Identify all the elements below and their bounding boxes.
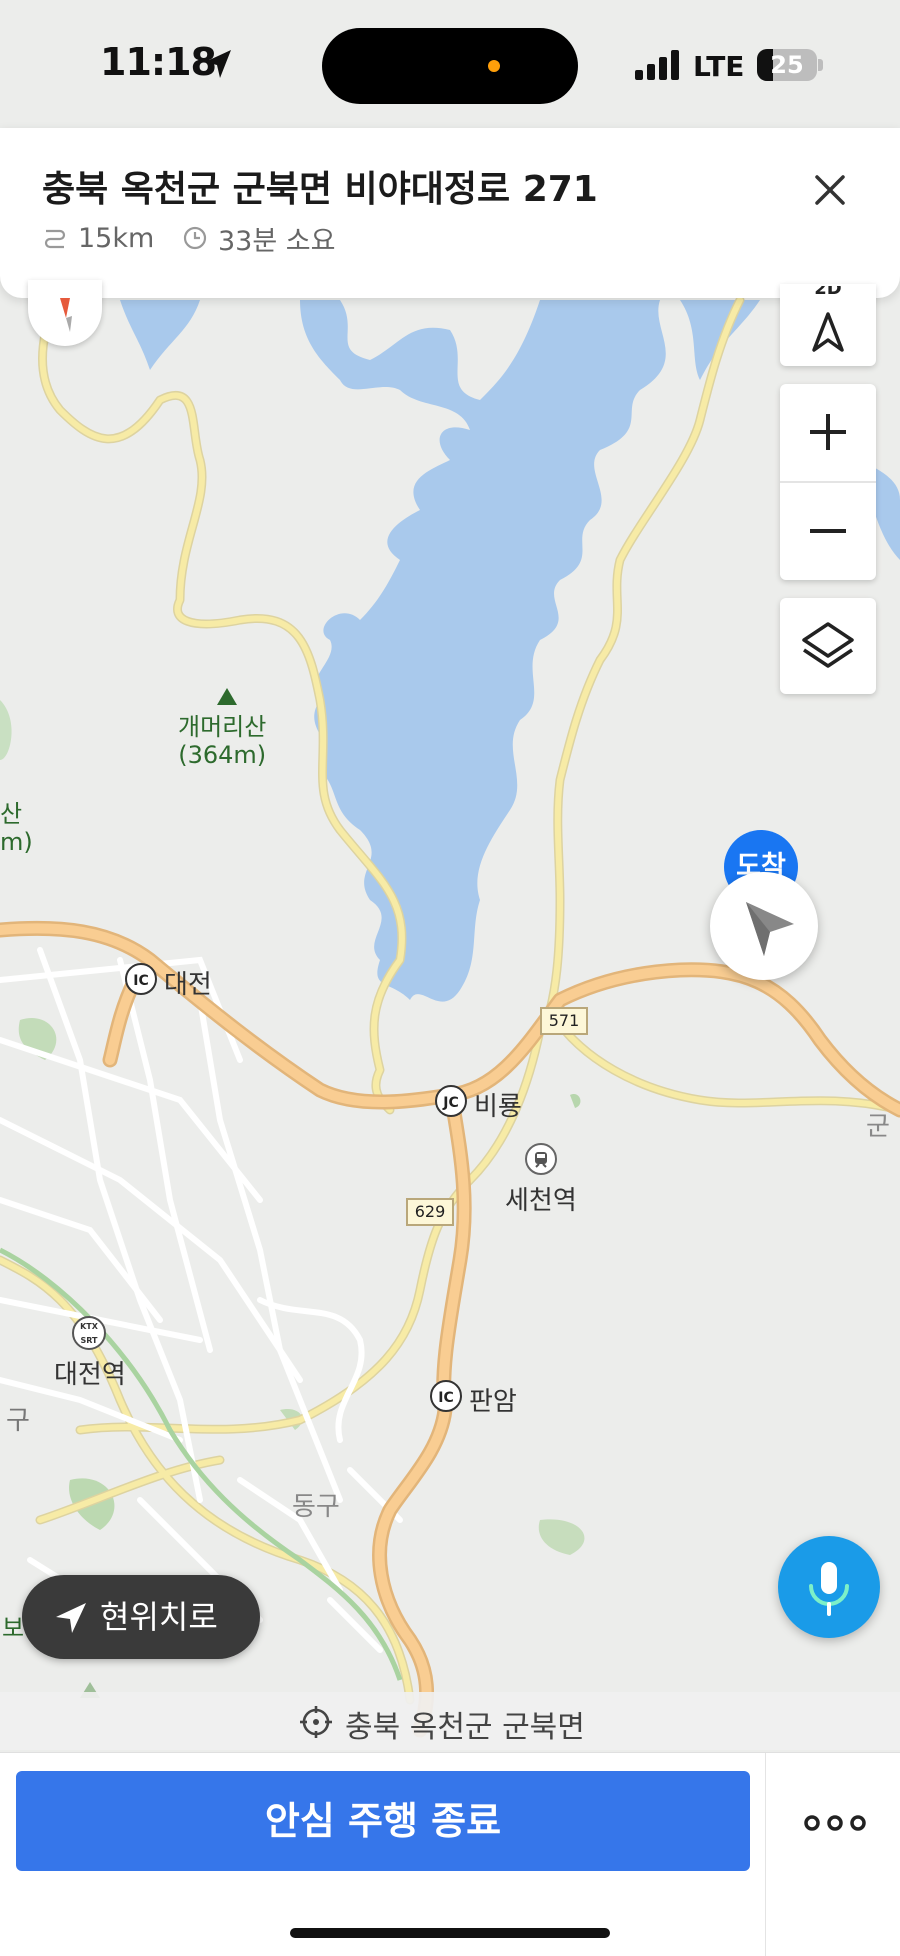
zoom-in-button[interactable]: [780, 384, 876, 481]
voice-input-button[interactable]: [778, 1536, 880, 1638]
route-571-shield: 571: [540, 1007, 588, 1035]
cellular-signal-icon: [635, 50, 679, 80]
jc-badge-biryong: JC: [435, 1085, 467, 1117]
dong-gu-label: 동구: [292, 1492, 340, 1522]
crosshair-icon: [300, 1706, 332, 1738]
compass-button[interactable]: [28, 280, 102, 346]
bottom-action-bar: 안심 주행 종료: [0, 1752, 900, 1956]
microphone-icon: [809, 1562, 849, 1616]
distance-value: 15km: [78, 222, 155, 254]
more-icon: [804, 1815, 866, 1831]
ic-badge-panam: IC: [430, 1380, 462, 1412]
zoom-out-button[interactable]: [780, 483, 876, 580]
route-icon: [44, 229, 66, 249]
duration-info: 33분 소요: [182, 220, 336, 257]
navigation-arrow-icon: [746, 902, 794, 956]
close-button[interactable]: [800, 160, 860, 220]
clock-icon: [183, 226, 207, 250]
layers-icon: [802, 622, 854, 668]
battery-nub: [818, 59, 823, 71]
more-options-button[interactable]: [790, 1783, 880, 1863]
mountain-label: 개머리산 (364m): [178, 713, 266, 769]
recenter-label: 현위치로: [100, 1598, 218, 1636]
mountain-height: (364m): [178, 741, 267, 769]
current-region-bar: 충북 옥천군 군북면: [0, 1692, 900, 1750]
destination-address: 충북 옥천군 군북면 비야대정로 271: [42, 169, 598, 210]
north-arrow-icon: [812, 312, 844, 352]
view-mode-button[interactable]: 2D: [780, 284, 876, 366]
minus-icon: [810, 529, 846, 533]
location-services-icon: [205, 50, 231, 78]
distance-info: 15km: [42, 220, 154, 256]
partial-mountain-label: 산 m): [0, 800, 33, 856]
current-position-marker[interactable]: [710, 872, 818, 980]
sejeon-station-label: 세천역: [505, 1186, 577, 1216]
compass-icon: [60, 298, 72, 332]
dynamic-island: [322, 28, 578, 104]
location-arrow-icon: [56, 1603, 86, 1633]
route-header-card: 충북 옥천군 군북면 비야대정로 271 15km 33분 소요: [0, 128, 900, 298]
ktx-icon: KTX SRT: [72, 1316, 106, 1350]
network-type: LTE: [693, 50, 745, 83]
partial-gun-label: 군: [866, 1112, 890, 1142]
recenter-button[interactable]: 현위치로: [22, 1575, 260, 1659]
mountain-name: 개머리산: [178, 713, 267, 741]
zoom-control: [780, 384, 876, 580]
battery-percent: 25: [770, 51, 804, 79]
ic-panam-label: 판암: [469, 1387, 517, 1417]
current-region-text: 충북 옥천군 군북면: [345, 1710, 585, 1745]
more-divider: [765, 1753, 766, 1956]
partial-mountain-name: 산: [0, 800, 23, 828]
battery-icon: 25: [757, 49, 817, 81]
jc-biryong-label: 비룡: [474, 1092, 522, 1122]
partial-mountain-height: m): [0, 828, 33, 856]
duration-value: 33분 소요: [218, 225, 336, 257]
view-mode-label: 2D: [814, 286, 842, 298]
map-layers-button[interactable]: [780, 598, 876, 694]
route-629-shield: 629: [406, 1198, 454, 1226]
partial-gu-label: 구: [6, 1406, 30, 1436]
daejeon-station-label: 대전역: [54, 1360, 126, 1390]
close-icon: [815, 175, 845, 205]
ic-badge-daejeon: IC: [125, 963, 157, 995]
station-icon: [525, 1143, 557, 1175]
home-indicator[interactable]: [290, 1928, 610, 1938]
mic-indicator-dot: [488, 60, 500, 72]
ic-daejeon-label: 대전: [164, 970, 212, 1000]
status-time: 11:18: [100, 40, 217, 84]
plus-icon: [810, 414, 846, 450]
end-safe-driving-button[interactable]: 안심 주행 종료: [16, 1771, 750, 1871]
